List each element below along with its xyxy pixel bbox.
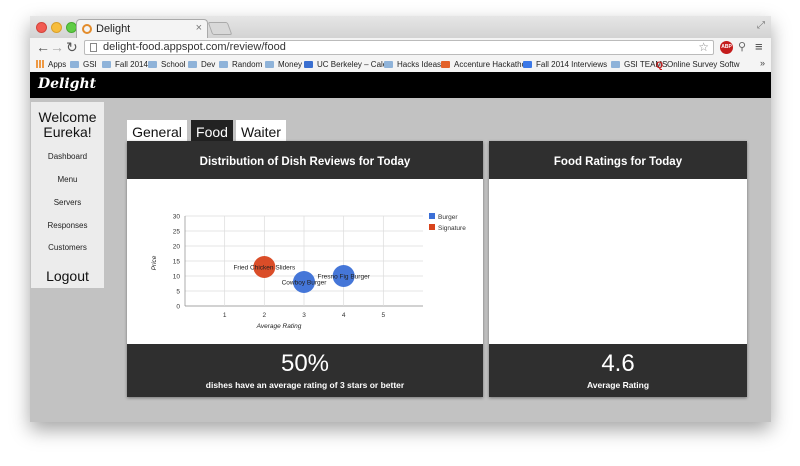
delight-logo[interactable]: Delight	[38, 76, 96, 92]
reload-icon[interactable]: ↻	[66, 39, 78, 56]
tab-waiter[interactable]: Waiter	[236, 120, 286, 142]
extension-icon[interactable]: ⚲	[738, 40, 746, 53]
ratings-panel: Food Ratings for Today 4.6 Average Ratin…	[489, 141, 747, 397]
address-bar[interactable]: delight-food.appspot.com/review/food ☆	[84, 40, 714, 55]
folder-icon	[188, 61, 197, 68]
bookmark-online-survey[interactable]: Q Online Survey Softw	[656, 60, 740, 70]
sidebar-item-servers[interactable]: Servers	[31, 198, 104, 207]
adblock-icon[interactable]: ABP	[720, 41, 733, 54]
bookmark-star-icon[interactable]: ☆	[698, 41, 709, 54]
title-bar: Delight × ⤢	[30, 16, 771, 38]
x-tick-label: 1	[223, 312, 227, 319]
chart-ylabel: Price	[151, 255, 158, 270]
distribution-stat: 50% dishes have an average rating of 3 s…	[127, 344, 483, 397]
apps-grid-icon	[36, 60, 44, 68]
url-text: delight-food.appspot.com/review/food	[103, 41, 286, 53]
calendar-icon	[304, 61, 313, 68]
bookmark-uc-berkeley[interactable]: UC Berkeley – Calen	[304, 60, 392, 69]
document-icon	[523, 61, 532, 68]
bookmark-hacks-ideas[interactable]: Hacks Ideas	[384, 60, 441, 69]
point-label: Fried Chicken Sliders	[233, 265, 296, 272]
folder-icon	[102, 61, 111, 68]
tab-general[interactable]: General	[127, 120, 187, 142]
logout-button[interactable]: Logout	[31, 268, 104, 284]
point-label: Cowboy Burger	[282, 280, 328, 287]
fullscreen-icon[interactable]: ⤢	[757, 20, 765, 31]
folder-icon	[70, 61, 79, 68]
x-tick-label: 3	[302, 312, 306, 319]
chart-xlabel: Average Rating	[256, 323, 302, 330]
menu-icon[interactable]: ≡	[755, 39, 763, 54]
sidebar-item-menu[interactable]: Menu	[31, 175, 104, 184]
bookmark-school[interactable]: School	[148, 60, 185, 69]
y-tick-label: 10	[173, 274, 181, 281]
distribution-panel: Distribution of Dish Reviews for Today 0…	[127, 141, 483, 397]
y-tick-label: 15	[173, 259, 181, 266]
tab-title: Delight	[96, 23, 131, 35]
welcome-line-2: Eureka!	[43, 124, 92, 140]
folder-icon	[219, 61, 228, 68]
x-tick-label: 4	[342, 312, 346, 319]
point-label: Fresno Fig Burger	[317, 274, 370, 281]
average-rating-value: 4.6	[601, 350, 635, 377]
app-header: Delight	[30, 72, 771, 98]
minimize-window-button[interactable]	[51, 22, 62, 33]
legend-label: Burger	[438, 214, 458, 221]
bookmark-money[interactable]: Money	[265, 60, 302, 69]
folder-icon	[148, 61, 157, 68]
bookmark-gsi[interactable]: GSI	[70, 60, 97, 69]
sidebar-item-dashboard[interactable]: Dashboard	[31, 152, 104, 161]
accenture-icon	[441, 61, 450, 68]
bookmark-fall-2014[interactable]: Fall 2014	[102, 60, 148, 69]
legend-swatch	[429, 224, 435, 230]
folder-icon	[265, 61, 274, 68]
y-tick-label: 30	[173, 214, 181, 221]
distribution-percent: 50%	[280, 350, 330, 377]
q-logo-icon: Q	[656, 60, 664, 70]
forward-arrow-icon[interactable]: →	[50, 39, 64, 55]
ratings-panel-title: Food Ratings for Today	[489, 141, 747, 179]
more-bookmarks-icon[interactable]: »	[760, 58, 765, 68]
sidebar: Welcome Eureka! Dashboard Menu Servers R…	[31, 102, 104, 288]
y-tick-label: 0	[176, 304, 180, 311]
tab-food[interactable]: Food	[191, 120, 233, 142]
browser-toolbar: ← → ↻ delight-food.appspot.com/review/fo…	[30, 38, 771, 58]
bookmark-dev[interactable]: Dev	[188, 60, 215, 69]
close-window-button[interactable]	[36, 22, 47, 33]
average-rating-label: Average Rating	[586, 380, 650, 390]
sidebar-item-responses[interactable]: Responses	[31, 221, 104, 230]
distribution-stat-label: dishes have an average rating of 3 stars…	[205, 380, 405, 390]
bookmark-apps[interactable]: Apps	[36, 60, 66, 69]
new-tab-button[interactable]	[207, 22, 233, 35]
back-arrow-icon[interactable]: ←	[36, 39, 50, 55]
bookmark-accenture[interactable]: Accenture Hackathon	[441, 60, 531, 69]
y-tick-label: 5	[176, 289, 180, 296]
bookmark-fall-2014-interviews[interactable]: Fall 2014 Interviews	[523, 60, 607, 69]
page-icon	[90, 43, 97, 52]
chart-legend: Burger Signature	[429, 213, 466, 232]
folder-icon	[384, 61, 393, 68]
chrome-favicon-icon	[82, 24, 92, 34]
chart-points: Cowboy BurgerFresno Fig Burger Fried Chic…	[233, 256, 371, 293]
welcome-message: Welcome Eureka!	[31, 110, 104, 140]
x-tick-label: 2	[263, 312, 267, 319]
folder-icon	[611, 61, 620, 68]
y-tick-label: 20	[173, 244, 181, 251]
bookmarks-bar: Apps GSI Fall 2014 School Dev Random Mon…	[30, 58, 771, 73]
distribution-panel-title: Distribution of Dish Reviews for Today	[127, 141, 483, 179]
bookmark-random[interactable]: Random	[219, 60, 262, 69]
y-tick-label: 25	[173, 229, 181, 236]
browser-window: Delight × ⤢ ← → ↻ delight-food.appspot.c…	[30, 16, 771, 422]
x-tick-label: 5	[382, 312, 386, 319]
dish-review-scatter-chart: 0 5 10 15 20 25 30 1 2 3 4 5 Cowboy BurgerFresno Fi…	[151, 213, 466, 330]
ratings-stat: 4.6 Average Rating	[489, 344, 747, 397]
legend-label: Signature	[438, 225, 466, 232]
legend-swatch	[429, 213, 435, 219]
sidebar-item-customers[interactable]: Customers	[31, 243, 104, 252]
browser-tab[interactable]: Delight ×	[76, 19, 208, 38]
welcome-line-1: Welcome	[38, 109, 97, 125]
close-tab-icon[interactable]: ×	[196, 22, 202, 34]
